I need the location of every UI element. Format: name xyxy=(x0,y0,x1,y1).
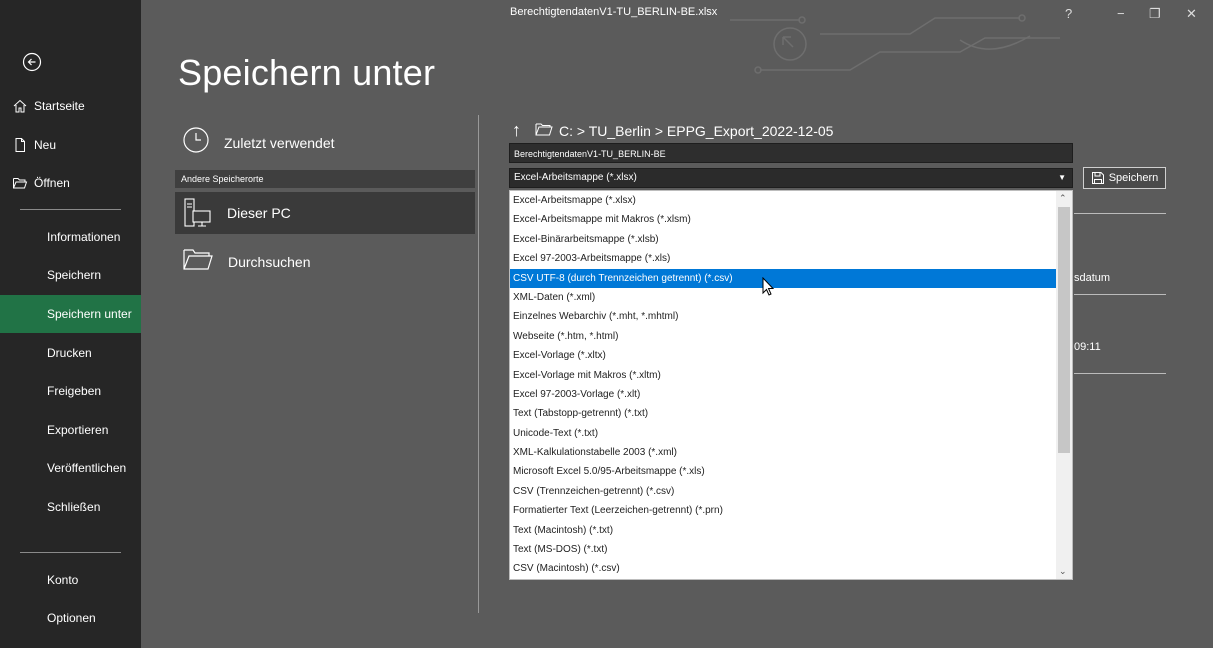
sidebar-item-schliessen[interactable]: Schließen xyxy=(0,488,141,526)
up-arrow-icon[interactable]: ↑ xyxy=(512,120,521,141)
breadcrumb-path[interactable]: C: > TU_Berlin > EPPG_Export_2022-12-05 xyxy=(559,123,833,139)
sidebar-item-speichern-unter[interactable]: Speichern unter xyxy=(0,295,141,333)
window-title: BerechtigtendatenV1-TU_BERLIN-BE.xlsx xyxy=(510,6,718,18)
location-label: Zuletzt verwendet xyxy=(224,134,335,151)
list-divider xyxy=(1074,373,1166,374)
close-icon[interactable]: ✕ xyxy=(1186,6,1197,22)
breadcrumb: ↑ C: > TU_Berlin > EPPG_Export_2022-12-0… xyxy=(512,120,833,141)
dropdown-option[interactable]: Einzelnes Webarchiv (*.mht, *.mhtml) xyxy=(510,307,1057,326)
sidebar-item-veroeffentlichen[interactable]: Veröffentlichen xyxy=(0,449,141,487)
column-header-date[interactable]: sdatum xyxy=(1074,272,1110,284)
panel-divider xyxy=(478,115,479,613)
sidebar-item-label: Drucken xyxy=(47,346,92,360)
dropdown-option[interactable]: Excel-Arbeitsmappe mit Makros (*.xlsm) xyxy=(510,210,1057,229)
sidebar-item-oeffnen[interactable]: Öffnen xyxy=(0,164,141,202)
filetype-select[interactable]: Excel-Arbeitsmappe (*.xlsx) ▼ xyxy=(509,168,1073,188)
dropdown-option[interactable]: Excel-Vorlage mit Makros (*.xltm) xyxy=(510,366,1057,385)
dropdown-option[interactable]: Excel 97-2003-Vorlage (*.xlt) xyxy=(510,385,1057,404)
sidebar-item-speichern[interactable]: Speichern xyxy=(0,256,141,294)
list-divider xyxy=(1074,213,1166,214)
sidebar-item-label: Informationen xyxy=(47,230,121,244)
filetype-value: Excel-Arbeitsmappe (*.xlsx) xyxy=(514,172,637,183)
dropdown-option[interactable]: CSV (Macintosh) (*.csv) xyxy=(510,559,1057,578)
dropdown-scrollbar[interactable]: ⌃ ⌄ xyxy=(1056,191,1072,579)
dropdown-option[interactable]: Excel-Binärarbeitsmappe (*.xlsb) xyxy=(510,230,1057,249)
mouse-cursor-icon xyxy=(762,276,776,302)
dropdown-option[interactable]: Excel-Arbeitsmappe (*.xlsx) xyxy=(510,191,1057,210)
filetype-dropdown-list[interactable]: Excel-Arbeitsmappe (*.xlsx) Excel-Arbeits… xyxy=(509,190,1073,580)
dropdown-option[interactable]: Microsoft Excel 5.0/95-Arbeitsmappe (*.x… xyxy=(510,462,1057,481)
sidebar-item-label: Öffnen xyxy=(34,176,70,190)
dropdown-option[interactable]: XML-Daten (*.xml) xyxy=(510,288,1057,307)
dropdown-option[interactable]: Text (MS-DOS) (*.txt) xyxy=(510,540,1057,559)
sidebar-item-exportieren[interactable]: Exportieren xyxy=(0,411,141,449)
dropdown-option[interactable]: Excel 97-2003-Arbeitsmappe (*.xls) xyxy=(510,249,1057,268)
sidebar-divider xyxy=(20,209,121,210)
dropdown-option[interactable]: XML-Kalkulationstabelle 2003 (*.xml) xyxy=(510,443,1057,462)
sidebar-item-label: Veröffentlichen xyxy=(47,461,127,475)
save-button-label: Speichern xyxy=(1108,172,1159,184)
dropdown-option[interactable]: Text (Macintosh) (*.txt) xyxy=(510,521,1057,540)
new-document-icon xyxy=(12,137,28,153)
minimize-icon[interactable]: − xyxy=(1117,6,1125,21)
sidebar-item-drucken[interactable]: Drucken xyxy=(0,334,141,372)
sidebar-item-neu[interactable]: Neu xyxy=(0,126,141,164)
save-button[interactable]: Speichern xyxy=(1083,167,1166,189)
restore-icon[interactable]: ❐ xyxy=(1149,6,1161,22)
clock-icon xyxy=(182,126,210,159)
sidebar-divider xyxy=(20,552,121,553)
location-label: Durchsuchen xyxy=(228,253,311,270)
file-modified-time: 09:11 xyxy=(1074,341,1101,353)
sidebar-item-label: Schließen xyxy=(47,500,101,514)
location-browse[interactable]: Durchsuchen xyxy=(182,246,311,277)
home-icon xyxy=(12,98,28,114)
sidebar-item-label: Konto xyxy=(47,573,79,587)
sidebar-item-konto[interactable]: Konto xyxy=(0,561,141,599)
page-title: Speichern unter xyxy=(178,52,436,93)
sidebar-item-label: Neu xyxy=(34,138,57,152)
browse-folder-icon xyxy=(182,246,214,277)
computer-icon xyxy=(183,197,213,229)
dropdown-options: Excel-Arbeitsmappe (*.xlsx) Excel-Arbeits… xyxy=(510,191,1057,579)
save-icon xyxy=(1091,171,1105,185)
sidebar-item-label: Optionen xyxy=(47,611,96,625)
sidebar-item-label: Speichern unter xyxy=(47,307,132,321)
sidebar-item-label: Startseite xyxy=(34,99,85,113)
location-label: Dieser PC xyxy=(227,205,291,221)
location-recent[interactable]: Zuletzt verwendet xyxy=(182,126,335,159)
dropdown-option[interactable]: Excel-Vorlage (*.xltx) xyxy=(510,346,1057,365)
help-icon[interactable]: ? xyxy=(1065,6,1072,21)
open-folder-icon xyxy=(12,175,28,191)
sidebar-item-label: Exportieren xyxy=(47,423,109,437)
sidebar-item-label: Speichern xyxy=(47,268,102,282)
dropdown-option[interactable]: Formatierter Text (Leerzeichen-getrennt)… xyxy=(510,501,1057,520)
backstage-sidebar: Startseite Neu Öffnen Informationen Spei… xyxy=(0,0,141,648)
dropdown-option[interactable]: CSV UTF-8 (durch Trennzeichen getrennt) … xyxy=(510,268,1057,288)
filename-input[interactable]: BerechtigtendatenV1-TU_BERLIN-BE xyxy=(509,143,1073,163)
sidebar-item-freigeben[interactable]: Freigeben xyxy=(0,372,141,410)
sidebar-item-informationen[interactable]: Informationen xyxy=(0,218,141,256)
dropdown-option[interactable]: CSV (Trennzeichen-getrennt) (*.csv) xyxy=(510,482,1057,501)
location-this-pc[interactable]: Dieser PC xyxy=(175,192,475,234)
chevron-down-icon: ▼ xyxy=(1058,173,1066,182)
list-divider xyxy=(1074,294,1166,295)
back-arrow-icon[interactable] xyxy=(22,52,42,72)
dropdown-option[interactable]: Unicode-Text (*.txt) xyxy=(510,424,1057,443)
scroll-up-icon[interactable]: ⌃ xyxy=(1059,193,1067,204)
scrollbar-thumb[interactable] xyxy=(1058,207,1070,453)
other-locations-header: Andere Speicherorte xyxy=(175,170,475,188)
circuit-decoration xyxy=(730,14,1060,74)
dropdown-option[interactable]: Webseite (*.htm, *.html) xyxy=(510,327,1057,346)
sidebar-item-startseite[interactable]: Startseite xyxy=(0,87,141,125)
sidebar-item-optionen[interactable]: Optionen xyxy=(0,599,141,637)
dropdown-option[interactable]: Text (Tabstopp-getrennt) (*.txt) xyxy=(510,404,1057,423)
folder-icon xyxy=(535,122,553,139)
scroll-down-icon[interactable]: ⌄ xyxy=(1059,566,1067,577)
sidebar-item-label: Freigeben xyxy=(47,384,102,398)
